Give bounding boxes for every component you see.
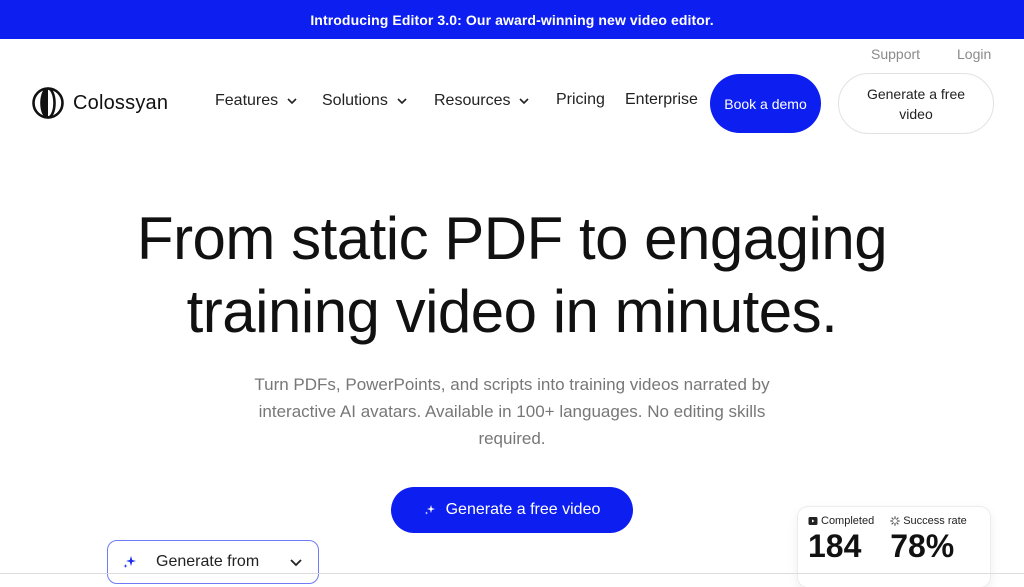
brand-name: Colossyan [73, 91, 169, 114]
hero-title-line-2: training video in minutes. [186, 278, 838, 345]
video-icon [808, 516, 818, 526]
nav-pricing-label: Pricing [556, 91, 605, 108]
chevron-down-icon [518, 95, 530, 107]
nav-pricing[interactable]: Pricing [556, 91, 605, 109]
completed-value: 184 [808, 528, 862, 564]
generate-from-label: Generate from [156, 553, 260, 570]
colossyan-logo-icon [29, 87, 67, 119]
success-label: Success rate [903, 515, 967, 527]
hero-title: From static PDF to engaging training vid… [62, 202, 962, 348]
divider [0, 573, 1024, 574]
book-demo-label: Book a demo [724, 95, 807, 112]
success-stat: Success rate 78% [890, 515, 967, 579]
announcement-banner[interactable]: Introducing Editor 3.0: Our award-winnin… [0, 0, 1024, 39]
nav-enterprise-label: Enterprise [625, 91, 698, 108]
support-link[interactable]: Support [871, 46, 920, 62]
generate-free-video-label: Generate a free video [866, 85, 966, 122]
brand-logo[interactable]: Colossyan [29, 87, 168, 119]
nav-solutions[interactable]: Solutions [322, 92, 408, 110]
nav-resources[interactable]: Resources [434, 92, 530, 110]
success-label-row: Success rate [890, 515, 967, 527]
chevron-down-icon [396, 95, 408, 107]
nav-solutions-label: Solutions [322, 92, 388, 109]
generate-free-video-button[interactable]: Generate a free video [838, 73, 994, 134]
chevron-down-icon [288, 554, 304, 570]
generate-from-dropdown[interactable]: Generate from [107, 540, 319, 584]
completed-label: Completed [821, 515, 875, 527]
completed-label-row: Completed [808, 515, 874, 527]
hero-cta-button[interactable]: Generate a free video [391, 487, 633, 533]
stats-card: Completed 184 Success rate 78% [798, 507, 990, 587]
login-link[interactable]: Login [957, 46, 991, 62]
nav-features[interactable]: Features [215, 92, 298, 110]
loading-icon [890, 516, 901, 526]
hero-subtitle: Turn PDFs, PowerPoints, and scripts into… [254, 375, 770, 448]
nav-enterprise[interactable]: Enterprise [625, 91, 698, 109]
book-demo-button[interactable]: Book a demo [710, 74, 821, 133]
nav-features-label: Features [215, 92, 279, 109]
success-value: 78% [890, 528, 955, 564]
completed-stat: Completed 184 [808, 515, 874, 579]
announcement-text: Introducing Editor 3.0: Our award-winnin… [310, 11, 714, 28]
nav-resources-label: Resources [434, 92, 511, 109]
chevron-down-icon [286, 95, 298, 107]
sparkle-icon [424, 504, 436, 516]
hero-cta-label: Generate a free video [445, 501, 601, 518]
hero-title-line-1: From static PDF to engaging [136, 205, 888, 272]
sparkle-icon [122, 554, 138, 570]
